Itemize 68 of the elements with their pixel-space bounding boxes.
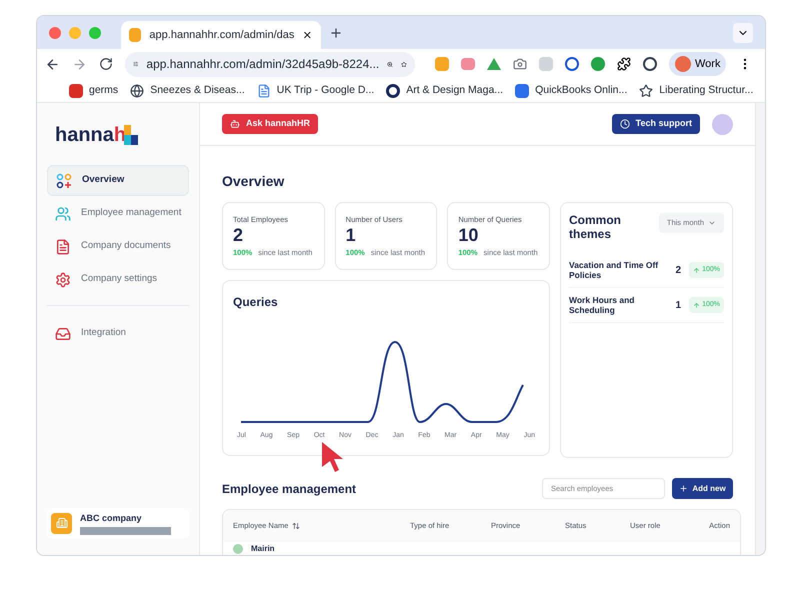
- company-card[interactable]: ABC company: [47, 508, 189, 539]
- mouse-cursor-icon: [321, 441, 345, 473]
- nav-item[interactable]: Company documents: [47, 231, 189, 262]
- chat-bot-icon: [230, 119, 240, 129]
- address-bar[interactable]: app.hannahhr.com/admin/32d45a9b-8224...: [125, 52, 415, 76]
- nav-item[interactable]: Overview: [47, 165, 189, 196]
- reload-icon[interactable]: [99, 57, 113, 71]
- nav-item[interactable]: Company settings: [47, 264, 189, 295]
- favicon-icon: [129, 28, 142, 42]
- avatar-icon: [675, 56, 691, 72]
- stat-value: 10: [458, 225, 480, 246]
- nav-item[interactable]: Integration: [47, 318, 189, 349]
- themes-heading: Common themes: [569, 213, 622, 241]
- ask-hannahhr-button[interactable]: Ask hannahHR: [222, 114, 318, 134]
- chevron-down-icon: [708, 219, 716, 227]
- stat-value: 2: [233, 225, 244, 246]
- employee-name: Mairin: [251, 545, 275, 553]
- employee-management-heading: Employee management: [222, 480, 358, 498]
- company-logo-icon: [51, 512, 72, 534]
- settings-icon: [55, 272, 71, 288]
- profile-button[interactable]: Work: [669, 52, 726, 76]
- extensions-icon[interactable]: [617, 57, 631, 71]
- overview-heading: Overview: [222, 172, 286, 191]
- extension-icon[interactable]: [565, 57, 579, 71]
- close-window-icon: [49, 26, 61, 38]
- pdf-icon: [69, 84, 83, 98]
- tab-title: app.hannahhr.com/admin/das: [149, 28, 294, 43]
- forward-icon[interactable]: [72, 56, 87, 72]
- company-name: ABC company: [80, 512, 143, 525]
- stat-value: 1: [346, 225, 357, 246]
- performance-icon[interactable]: [643, 57, 657, 71]
- back-icon[interactable]: [45, 56, 60, 72]
- url-text: app.hannahhr.com/admin/32d45a9b-8224...: [146, 56, 380, 73]
- ring-icon: [386, 84, 400, 98]
- bookmark[interactable]: UK Trip - Google D...: [256, 82, 374, 98]
- document-icon: [55, 238, 71, 254]
- globe-icon: [130, 84, 144, 98]
- bookmark[interactable]: Liberating Structur...: [639, 82, 754, 98]
- minimize-window-icon: [69, 26, 81, 38]
- theme-count: 2: [676, 264, 682, 278]
- bookmark[interactable]: Sneezes & Diseas...: [130, 82, 245, 98]
- clock-icon: [620, 119, 630, 129]
- new-tab-icon[interactable]: [329, 26, 343, 40]
- maximize-window-icon: [89, 26, 101, 38]
- theme-label: Work Hours and Scheduling: [569, 295, 636, 315]
- employee-avatar: [233, 544, 243, 554]
- app-icon: [515, 84, 530, 98]
- users-icon: [55, 206, 71, 222]
- document-icon: [256, 84, 271, 98]
- tech-support-button[interactable]: Tech support: [612, 114, 700, 134]
- tab-menu-button[interactable]: [733, 22, 753, 42]
- bookmark[interactable]: Art & Design Maga...: [386, 82, 504, 98]
- plus-icon: [679, 484, 688, 493]
- close-tab-icon[interactable]: [302, 29, 313, 41]
- nav-item[interactable]: Employee management: [47, 198, 189, 229]
- sort-icon: [292, 522, 300, 530]
- bookmark[interactable]: germs: [69, 82, 118, 98]
- camera-icon[interactable]: [513, 57, 527, 71]
- star-icon: [639, 84, 654, 98]
- play-icon[interactable]: [591, 57, 605, 71]
- queries-heading: Queries: [233, 294, 279, 311]
- theme-label: Vacation and Time Off Policies: [569, 260, 660, 280]
- bookmark[interactable]: QuickBooks Onlin...: [515, 82, 628, 98]
- add-new-button[interactable]: Add new: [672, 478, 733, 499]
- inbox-icon: [55, 326, 71, 342]
- browser-tab[interactable]: app.hannahhr.com/admin/das: [121, 21, 321, 49]
- grid-dots-icon: [56, 172, 72, 188]
- theme-count: 1: [676, 298, 682, 312]
